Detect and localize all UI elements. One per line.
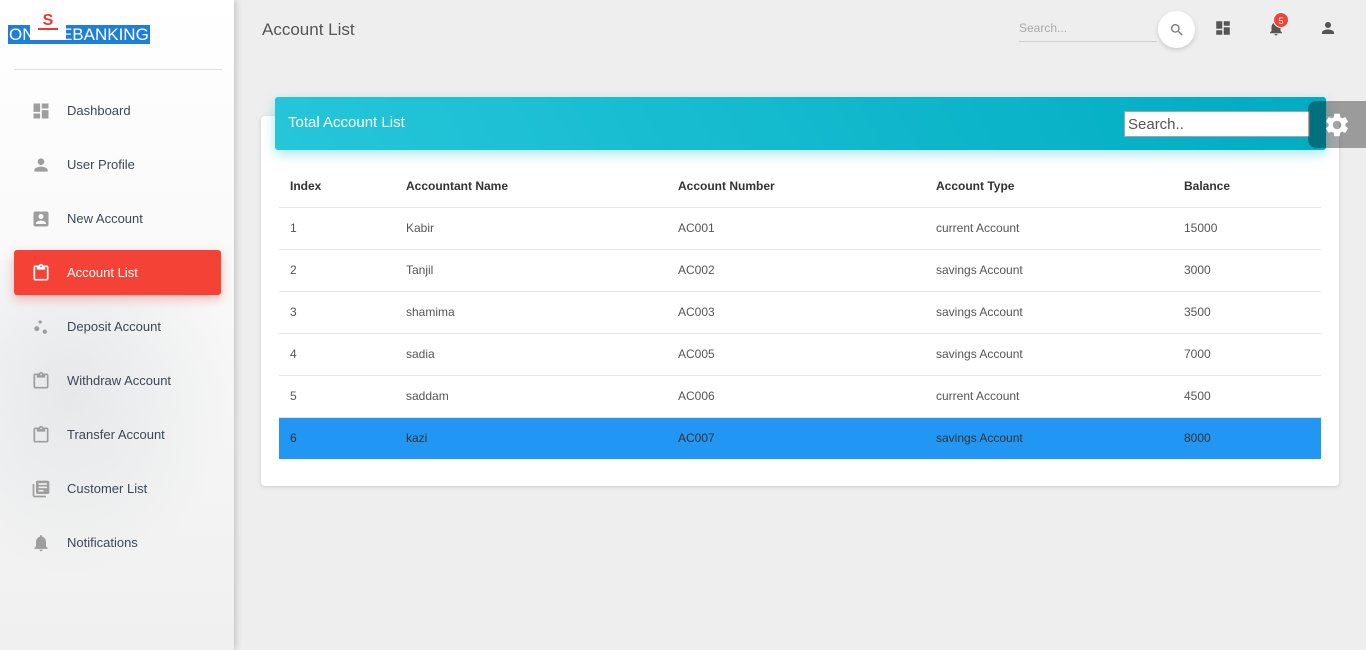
cell-account-type: savings Account (925, 249, 1173, 292)
sidebar-item-deposit-account[interactable]: Deposit Account (14, 304, 221, 349)
brand-logo-letter: S (42, 12, 54, 29)
cell-balance: 3000 (1173, 249, 1321, 292)
column-header-index[interactable]: Index (279, 165, 395, 208)
table-search-input[interactable] (1124, 111, 1310, 137)
sidebar-item-transfer-account[interactable]: Transfer Account (14, 412, 221, 457)
sidebar: ONLINEBANKING S Dashboard User Profile N… (0, 0, 234, 650)
dashboard-button[interactable] (1213, 18, 1233, 38)
cell-balance: 7000 (1173, 333, 1321, 376)
sidebar-item-new-account[interactable]: New Account (14, 196, 221, 241)
cell-accountant-name: sadia (395, 333, 667, 376)
cell-index: 6 (279, 417, 395, 459)
cell-balance: 3500 (1173, 291, 1321, 334)
sidebar-item-customer-list[interactable]: Customer List (14, 466, 221, 511)
cell-accountant-name: shamima (395, 291, 667, 334)
cell-accountant-name: kazi (395, 417, 667, 459)
cell-account-number: AC007 (667, 417, 925, 459)
sidebar-item-account-list[interactable]: Account List (14, 250, 221, 295)
cell-account-type: savings Account (925, 291, 1173, 334)
table-row[interactable]: 4 sadia AC005 savings Account 7000 (279, 333, 1321, 376)
account-box-icon (31, 209, 51, 229)
user-menu-button[interactable] (1318, 18, 1338, 38)
bubbles-icon (31, 317, 51, 337)
sidebar-item-withdraw-account[interactable]: Withdraw Account (14, 358, 221, 403)
library-books-icon (31, 479, 51, 499)
table-row[interactable]: 5 saddam AC006 current Account 4500 (279, 375, 1321, 418)
bell-icon (31, 533, 51, 553)
column-header-account-type[interactable]: Account Type (925, 165, 1173, 208)
sidebar-item-user-profile[interactable]: User Profile (14, 142, 221, 187)
settings-button[interactable] (1308, 101, 1366, 148)
clipboard-icon (31, 425, 51, 445)
cell-index: 3 (279, 291, 395, 334)
cell-accountant-name: Tanjil (395, 249, 667, 292)
cell-account-type: current Account (925, 207, 1173, 250)
cell-account-type: current Account (925, 375, 1173, 418)
sidebar-item-label: Account List (67, 265, 138, 280)
sidebar-item-label: Withdraw Account (67, 373, 172, 388)
cell-balance: 15000 (1173, 207, 1321, 250)
person-icon (1322, 22, 1334, 34)
brand[interactable]: ONLINEBANKING S (8, 12, 150, 44)
column-header-balance[interactable]: Balance (1173, 165, 1321, 208)
gear-icon (1326, 113, 1348, 136)
cell-index: 5 (279, 375, 395, 418)
cell-account-number: AC006 (667, 375, 925, 418)
sidebar-item-label: User Profile (67, 157, 135, 172)
cell-account-number: AC003 (667, 291, 925, 334)
cell-accountant-name: saddam (395, 375, 667, 418)
sidebar-item-label: Dashboard (67, 103, 131, 118)
sidebar-item-label: New Account (67, 211, 143, 226)
cell-account-number: AC002 (667, 249, 925, 292)
cell-account-type: savings Account (925, 333, 1173, 376)
table-row[interactable]: 3 shamima AC003 savings Account 3500 (279, 291, 1321, 334)
search-button[interactable] (1158, 11, 1195, 48)
column-header-account-number[interactable]: Account Number (667, 165, 925, 208)
table-row-selected[interactable]: 6 kazi AC007 savings Account 8000 (279, 417, 1321, 459)
cell-balance: 8000 (1173, 417, 1321, 459)
sidebar-item-label: Transfer Account (67, 427, 165, 442)
page-title: Account List (262, 20, 355, 39)
brand-logo: S (30, 12, 66, 40)
sidebar-item-label: Customer List (67, 481, 148, 496)
cell-index: 1 (279, 207, 395, 250)
cell-accountant-name: Kabir (395, 207, 667, 250)
cell-account-type: savings Account (925, 417, 1173, 459)
clipboard-icon (31, 263, 51, 283)
notification-badge: 5 (1273, 12, 1289, 28)
dashboard-icon (1216, 21, 1230, 35)
cell-index: 4 (279, 333, 395, 376)
sidebar-item-notifications[interactable]: Notifications (14, 520, 221, 565)
cell-balance: 4500 (1173, 375, 1321, 418)
sidebar-item-dashboard[interactable]: Dashboard (14, 88, 221, 133)
sidebar-item-label: Notifications (67, 535, 138, 550)
sidebar-nav: Dashboard User Profile New Account Accou… (14, 88, 221, 574)
clipboard-icon (31, 371, 51, 391)
brand-divider (14, 69, 222, 70)
sidebar-item-label: Deposit Account (67, 319, 161, 334)
card-header: Total Account List (275, 97, 1326, 150)
cell-index: 2 (279, 249, 395, 292)
cell-account-number: AC005 (667, 333, 925, 376)
search-icon (1170, 23, 1183, 36)
account-table: Index Accountant Name Account Number Acc… (279, 165, 1321, 459)
cell-account-number: AC001 (667, 207, 925, 250)
dashboard-icon (31, 101, 51, 121)
card-title: Total Account List (288, 114, 405, 131)
table-row[interactable]: 1 Kabir AC001 current Account 15000 (279, 207, 1321, 250)
person-icon (31, 155, 51, 175)
table-header-row: Index Accountant Name Account Number Acc… (279, 165, 1321, 208)
search-input[interactable] (1019, 15, 1157, 42)
table-row[interactable]: 2 Tanjil AC002 savings Account 3000 (279, 249, 1321, 292)
column-header-accountant-name[interactable]: Accountant Name (395, 165, 667, 208)
